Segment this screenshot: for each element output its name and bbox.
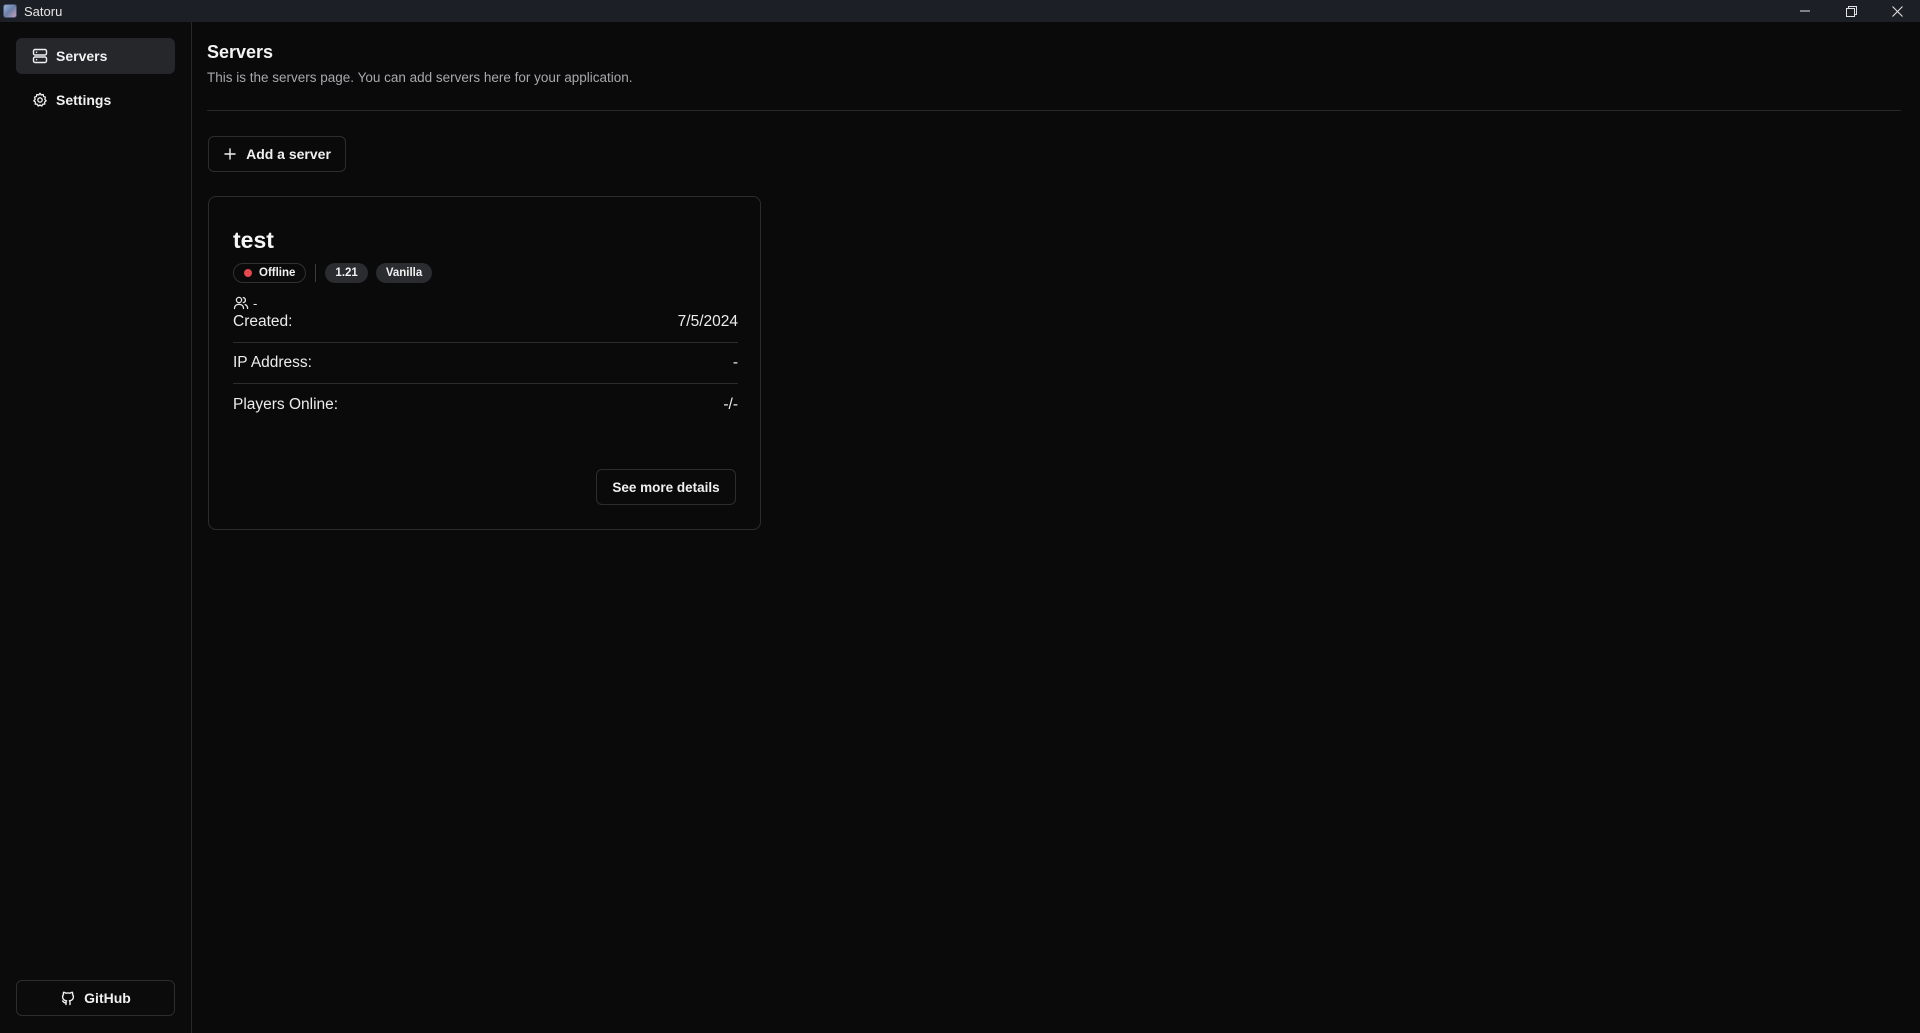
server-card: test Offline 1.21 Vanilla - Created: 7/5… — [208, 196, 761, 530]
version-badge: 1.21 — [325, 263, 368, 283]
see-more-details-button[interactable]: See more details — [596, 469, 736, 505]
minimize-icon — [1800, 10, 1810, 12]
ip-address-value: - — [732, 354, 738, 371]
created-value: 7/5/2024 — [677, 313, 738, 330]
status-badge: Offline — [233, 263, 307, 283]
app-logo-icon — [3, 4, 17, 18]
badge-separator — [315, 264, 317, 282]
gear-icon — [32, 92, 48, 108]
created-label: Created: — [233, 313, 293, 330]
add-server-button[interactable]: Add a server — [208, 136, 346, 172]
ip-address-row: IP Address: - — [233, 343, 738, 384]
players-online-row: Players Online: -/- — [233, 384, 738, 425]
add-server-label: Add a server — [246, 146, 331, 162]
server-type-badge: Vanilla — [375, 263, 433, 283]
maximize-button[interactable] — [1828, 0, 1874, 22]
plus-icon — [223, 147, 237, 161]
sidebar-item-servers[interactable]: Servers — [16, 38, 175, 74]
status-label: Offline — [259, 267, 296, 279]
window-controls — [1782, 0, 1920, 22]
sidebar-item-label: Servers — [56, 48, 108, 64]
window-title: Satoru — [24, 3, 63, 19]
server-name: test — [233, 227, 274, 253]
github-label: GitHub — [84, 990, 131, 1006]
players-online-value: -/- — [723, 395, 738, 413]
github-button[interactable]: GitHub — [16, 980, 175, 1016]
close-button[interactable] — [1874, 0, 1920, 22]
ip-address-label: IP Address: — [233, 354, 312, 371]
created-row: Created: 7/5/2024 — [233, 302, 738, 343]
players-online-label: Players Online: — [233, 395, 339, 413]
page-title: Servers — [207, 42, 274, 62]
sidebar-item-label: Settings — [56, 92, 112, 108]
status-dot-icon — [244, 269, 252, 277]
page-description: This is the servers page. You can add se… — [207, 70, 633, 85]
server-icon — [32, 48, 48, 64]
server-badges: Offline 1.21 Vanilla — [233, 263, 433, 283]
minimize-button[interactable] — [1782, 0, 1828, 22]
restore-icon — [1845, 5, 1857, 17]
close-icon — [1891, 5, 1903, 17]
sidebar-item-settings[interactable]: Settings — [16, 82, 175, 118]
sidebar: Servers Settings GitHub — [0, 22, 192, 1033]
title-bar: Satoru — [0, 0, 1920, 22]
main-content: Servers This is the servers page. You ca… — [193, 22, 1920, 1033]
github-icon — [60, 990, 76, 1006]
divider — [207, 110, 1901, 111]
